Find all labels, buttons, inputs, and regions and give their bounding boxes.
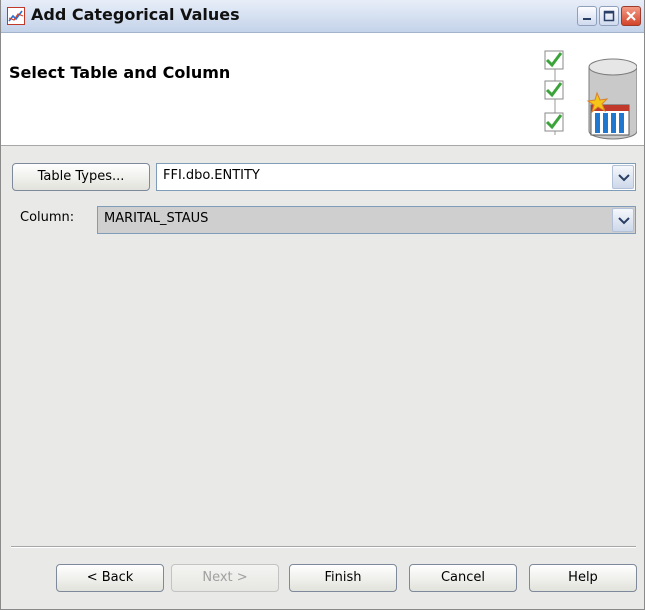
checkbox-icon: [544, 80, 564, 100]
finish-button[interactable]: Finish: [289, 564, 397, 592]
table-icon: [590, 104, 630, 136]
table-types-button[interactable]: Table Types...: [12, 163, 150, 191]
selected-table-value: FFI.dbo.ENTITY: [163, 168, 260, 183]
table-combobox[interactable]: FFI.dbo.ENTITY: [156, 163, 636, 191]
cancel-button[interactable]: Cancel: [409, 564, 517, 592]
chevron-down-icon: [618, 174, 630, 182]
line-chart-icon: [7, 7, 25, 25]
checkbox-icon: [544, 112, 564, 132]
help-button[interactable]: Help: [529, 564, 637, 592]
checkbox-icon: [544, 50, 564, 70]
column-combobox[interactable]: MARITAL_STAUS: [97, 206, 636, 234]
column-label: Column:: [20, 210, 75, 225]
page-title: Select Table and Column: [9, 63, 231, 82]
close-button[interactable]: [621, 6, 641, 26]
footer-divider: [11, 546, 636, 548]
next-button: Next >: [171, 564, 279, 592]
selected-column-value: MARITAL_STAUS: [104, 211, 209, 226]
dialog-window: Add Categorical Values Select Table and …: [0, 0, 645, 610]
maximize-button[interactable]: [599, 6, 619, 26]
database-checklist-icon: [544, 50, 637, 140]
title-bar[interactable]: Add Categorical Values: [1, 0, 644, 33]
chevron-down-icon: [618, 217, 630, 225]
column-dropdown-button[interactable]: [612, 208, 634, 232]
minimize-icon: [583, 18, 591, 20]
window-title: Add Categorical Values: [31, 5, 240, 24]
close-icon: [626, 11, 636, 21]
minimize-button[interactable]: [577, 6, 597, 26]
wizard-header: Select Table and Column: [1, 33, 644, 146]
maximize-icon: [603, 10, 615, 22]
back-button[interactable]: < Back: [56, 564, 164, 592]
table-dropdown-button[interactable]: [612, 165, 634, 189]
